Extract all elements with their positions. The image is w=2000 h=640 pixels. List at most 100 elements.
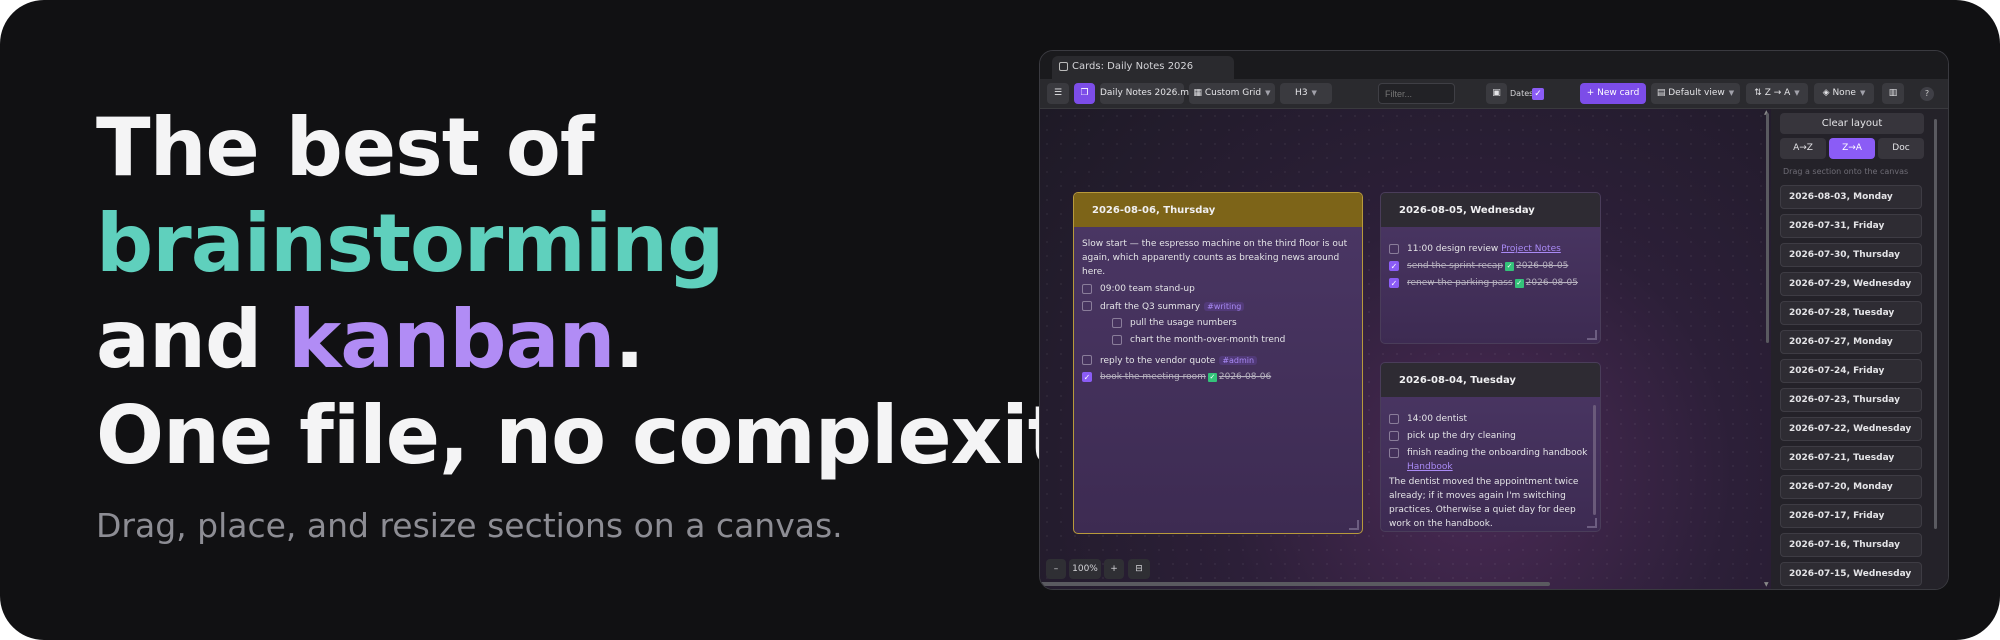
resize-handle[interactable] <box>1587 518 1597 528</box>
canvas[interactable]: 2026-08-06, Thursday Slow start — the es… <box>1040 109 1771 589</box>
card-title[interactable]: 2026-08-04, Tuesday <box>1381 363 1600 397</box>
layout-label: Custom Grid <box>1204 88 1262 98</box>
task-checkbox-checked[interactable]: ✓ <box>1389 261 1399 271</box>
task-checkbox[interactable] <box>1112 335 1122 345</box>
sidebar-hint: Drag a section onto the canvas <box>1783 167 1909 176</box>
layers-icon: ◈ <box>1822 88 1833 98</box>
calendar-button[interactable]: ▣ <box>1486 83 1507 104</box>
sort-dropdown[interactable]: ⇅ Z → A ▼ <box>1746 83 1808 104</box>
sidebar-section-item[interactable]: 2026-07-21, Tuesday <box>1780 446 1922 470</box>
done-check-icon: ✓ <box>1505 262 1515 271</box>
sidebar-section-item[interactable]: 2026-07-16, Thursday <box>1780 533 1922 557</box>
sidebar-section-item[interactable]: 2026-07-31, Friday <box>1780 214 1922 238</box>
cards-tab-icon <box>1059 62 1068 71</box>
zoom-in-button[interactable]: + <box>1104 559 1124 579</box>
group-dropdown[interactable]: ◈ None ▼ <box>1814 83 1874 104</box>
app-window: Cards: Daily Notes 2026 ☰ ❐ Daily Notes … <box>1039 50 1949 590</box>
sidebar-section-item[interactable]: 2026-07-24, Friday <box>1780 359 1922 383</box>
task-text: 14:00 dentist <box>1407 414 1467 424</box>
cards-view-button[interactable]: ❐ <box>1074 83 1095 104</box>
headline-line-3: and kanban. <box>96 292 1036 388</box>
filter-input[interactable] <box>1378 83 1455 104</box>
card[interactable]: 2026-08-06, Thursday Slow start — the es… <box>1073 192 1363 534</box>
task-checkbox[interactable] <box>1389 414 1399 424</box>
chevron-down-icon: ▼ <box>1265 89 1271 97</box>
fit-view-button[interactable]: ⊟ <box>1128 559 1150 579</box>
task-checkbox[interactable] <box>1389 431 1399 441</box>
done-date: 2026-08-05 <box>1516 261 1569 271</box>
sidebar-section-item[interactable]: 2026-07-29, Wednesday <box>1780 272 1922 296</box>
task-item: 14:00 dentist <box>1389 413 1592 430</box>
task-text: 11:00 design review <box>1407 244 1499 254</box>
task-checkbox[interactable] <box>1389 448 1399 458</box>
task-text: book the meeting room <box>1100 372 1206 382</box>
sidebar-section-item[interactable]: 2026-07-20, Monday <box>1780 475 1922 499</box>
menu-button[interactable]: ☰ <box>1047 83 1069 104</box>
done-date: 2026-08-06 <box>1218 372 1272 382</box>
sort-a-z-button[interactable]: A→Z <box>1780 138 1826 159</box>
hamburger-icon: ☰ <box>1053 88 1063 98</box>
task-checkbox[interactable] <box>1082 301 1092 311</box>
zoom-out-button[interactable]: – <box>1046 559 1066 579</box>
task-checkbox[interactable] <box>1082 284 1092 294</box>
sidebar-section-item[interactable]: 2026-08-03, Monday <box>1780 185 1922 209</box>
resize-handle[interactable] <box>1587 330 1597 340</box>
headline-and: and <box>96 293 289 386</box>
task-text: draft the Q3 summary <box>1100 302 1201 312</box>
card-title[interactable]: 2026-08-05, Wednesday <box>1381 193 1600 227</box>
task-item: finish reading the onboarding handbook <box>1389 447 1592 461</box>
heading-label: H3 <box>1295 88 1308 98</box>
task-checkbox-checked[interactable]: ✓ <box>1082 372 1092 382</box>
layout-dropdown[interactable]: ▦ Custom Grid ▼ <box>1189 83 1275 104</box>
headline-line-2: brainstorming <box>96 197 724 290</box>
file-selector[interactable]: Daily Notes 2026.md <box>1100 83 1195 104</box>
tag[interactable]: #admin <box>1219 356 1258 365</box>
scroll-down-icon[interactable]: ▼ <box>1764 581 1769 588</box>
help-button[interactable]: ? <box>1920 87 1934 101</box>
task-checkbox[interactable] <box>1112 318 1122 328</box>
card-body: 11:00 design review Project Notes ✓ send … <box>1381 227 1600 294</box>
calendar-icon: ▣ <box>1492 88 1501 98</box>
tag[interactable]: #writing <box>1204 302 1245 311</box>
sidebar-section-item[interactable]: 2026-07-27, Monday <box>1780 330 1922 354</box>
heading-dropdown[interactable]: H3 ▼ <box>1280 83 1332 104</box>
sidebar-section-item[interactable]: 2026-07-28, Tuesday <box>1780 301 1922 325</box>
card[interactable]: 2026-08-05, Wednesday 11:00 design revie… <box>1380 192 1601 344</box>
fit-view-icon: ⊟ <box>1135 564 1143 574</box>
task-text: renew the parking pass <box>1407 278 1513 288</box>
panel-toggle-button[interactable]: ▥ <box>1882 83 1904 104</box>
card-scrollbar[interactable] <box>1593 405 1596 515</box>
sidebar-section-item[interactable]: 2026-07-15, Wednesday <box>1780 562 1922 586</box>
sidebar-scrollbar[interactable] <box>1934 119 1937 529</box>
sidebar-section-item[interactable]: 2026-07-17, Friday <box>1780 504 1922 528</box>
card[interactable]: 2026-08-04, Tuesday 14:00 dentist pick u… <box>1380 362 1601 532</box>
sidebar-section-item[interactable]: 2026-07-30, Thursday <box>1780 243 1922 267</box>
new-card-button[interactable]: + New card <box>1580 83 1646 104</box>
sort-z-a-button[interactable]: Z→A <box>1829 138 1875 159</box>
note-link[interactable]: Handbook <box>1407 462 1453 472</box>
done-date: 2026-08-05 <box>1525 278 1578 288</box>
sidebar-section-item[interactable]: 2026-07-23, Thursday <box>1780 388 1922 412</box>
task-text: pick up the dry cleaning <box>1407 431 1516 441</box>
dates-checkbox[interactable]: ✓ <box>1532 88 1544 100</box>
sidebar-section-item[interactable]: 2026-07-22, Wednesday <box>1780 417 1922 441</box>
zoom-level[interactable]: 100% <box>1069 559 1101 579</box>
done-check-icon: ✓ <box>1514 279 1524 288</box>
note-link[interactable]: Project Notes <box>1501 244 1561 254</box>
resize-handle[interactable] <box>1349 520 1359 530</box>
card-title[interactable]: 2026-08-06, Thursday <box>1074 193 1362 227</box>
task-item-done: ✓ renew the parking pass ✓ 2026-08-05 <box>1389 277 1592 294</box>
clear-layout-button[interactable]: Clear layout <box>1780 113 1924 134</box>
task-checkbox[interactable] <box>1389 244 1399 254</box>
task-item: reply to the vendor quote #admin <box>1082 354 1354 371</box>
promo-banner: The best of brainstorming and kanban. On… <box>0 0 2000 640</box>
sort-doc-button[interactable]: Doc <box>1878 138 1924 159</box>
canvas-vertical-scrollbar[interactable] <box>1766 113 1769 343</box>
tab-cards-daily-notes[interactable]: Cards: Daily Notes 2026 <box>1052 56 1234 79</box>
task-checkbox-checked[interactable]: ✓ <box>1389 278 1399 288</box>
task-checkbox[interactable] <box>1082 355 1092 365</box>
headline-line-4: One file, no complexity. <box>96 389 1139 482</box>
headline-period: . <box>614 293 644 386</box>
view-dropdown[interactable]: ▤ Default view ▼ <box>1651 83 1740 104</box>
canvas-horizontal-scrollbar[interactable] <box>1040 582 1550 586</box>
